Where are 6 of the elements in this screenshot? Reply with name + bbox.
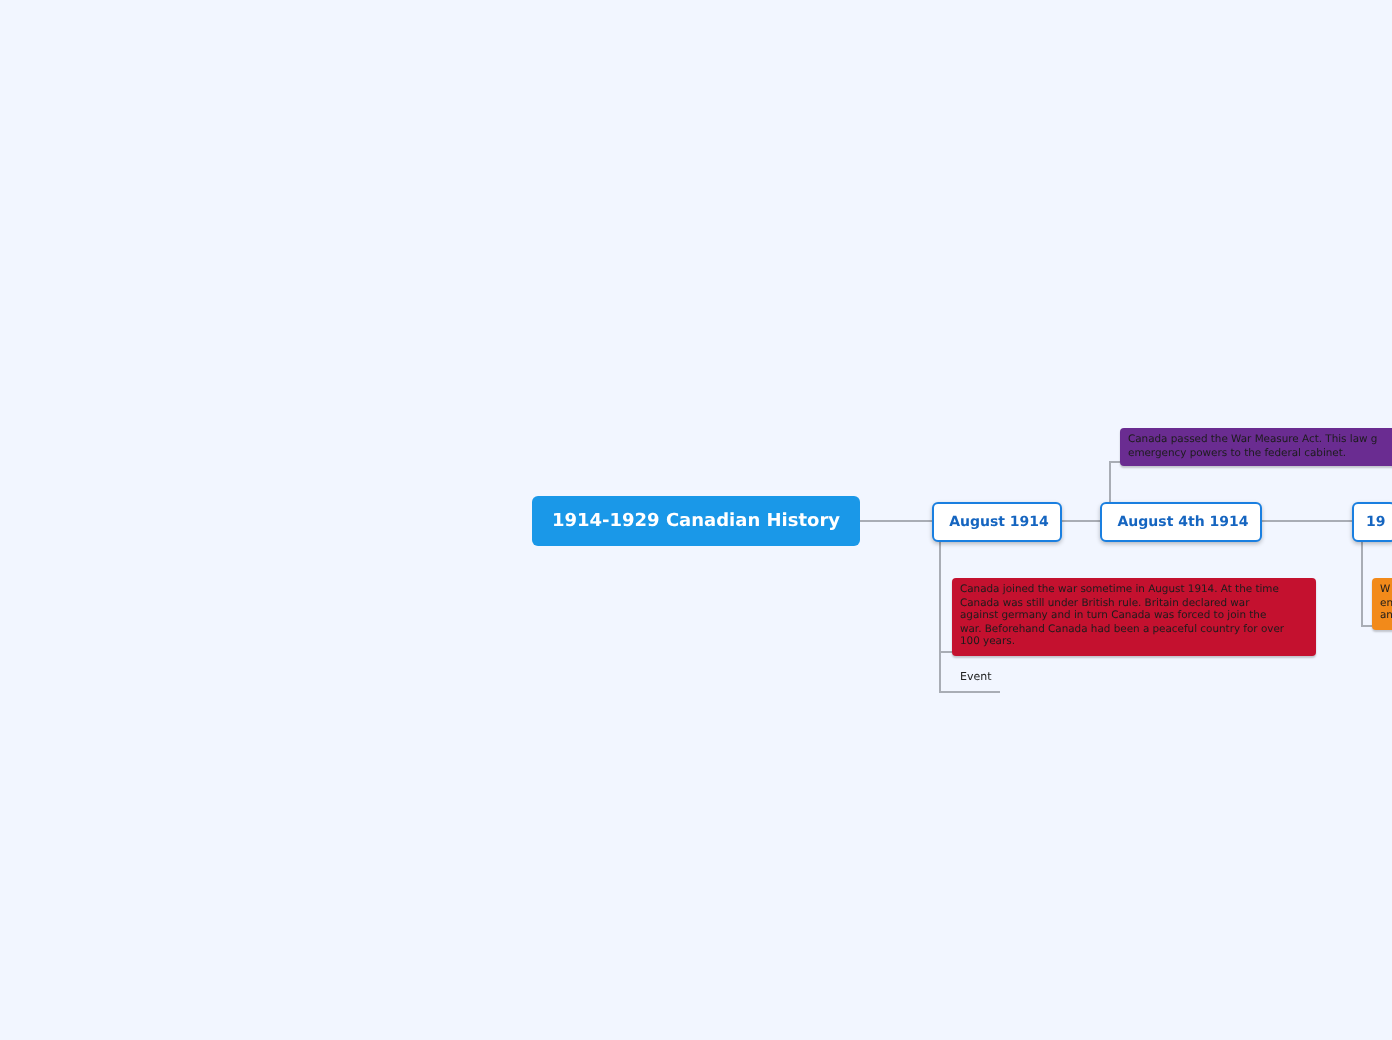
central-topic[interactable]: 1914-1929 Canadian History — [532, 496, 860, 546]
connector-line — [1261, 520, 1353, 522]
connector-line — [1061, 520, 1101, 522]
connector-line — [1361, 539, 1373, 627]
connector-line — [1109, 461, 1121, 503]
connector-line — [859, 520, 933, 522]
